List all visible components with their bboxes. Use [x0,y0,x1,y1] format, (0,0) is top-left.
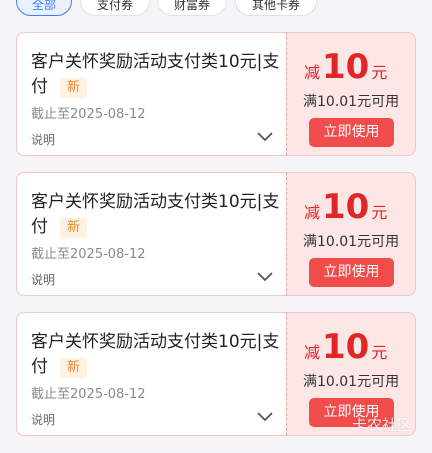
coupon-title-block: 客户关怀奖励活动支付类10元|支付新 [31,190,281,240]
coupon-discount: 减10 元 [304,327,387,367]
discount-amount: 10 [322,327,370,367]
discount-amount: 10 [322,187,370,227]
usage-condition: 满10.01元可用 [303,234,400,250]
new-badge: 新 [60,78,88,98]
usage-condition: 满10.01元可用 [303,94,400,110]
coupon-card: 客户关怀奖励活动支付类10元|支付新 截止至2025-08-12 说明 减10 元… [16,172,416,296]
chevron-down-icon[interactable] [256,411,274,423]
coupon-title-block: 客户关怀奖励活动支付类10元|支付新 [31,50,281,100]
discount-prefix: 减 [304,63,321,82]
tab-wealth-coupons[interactable]: 财富券 [157,0,227,16]
new-badge: 新 [60,218,88,238]
tab-all[interactable]: 全部 [16,0,72,16]
coupon-card: 客户关怀奖励活动支付类10元|支付新 截止至2025-08-12 说明 减10 元… [16,32,416,156]
use-now-button[interactable]: 立即使用 [309,258,394,287]
coupon-description-toggle[interactable]: 说明 [31,131,55,148]
discount-amount: 10 [322,47,370,87]
use-now-button[interactable]: 立即使用 [309,118,394,147]
coupon-discount: 减10 元 [304,47,387,87]
coupon-info-panel: 客户关怀奖励活动支付类10元|支付新 截止至2025-08-12 说明 [16,312,288,436]
coupon-value-panel: 减10 元 满10.01元可用 立即使用 [286,32,416,156]
discount-unit: 元 [371,63,388,82]
discount-prefix: 减 [304,203,321,222]
watermark: 卡农社区 [351,416,412,434]
coupon-info-panel: 客户关怀奖励活动支付类10元|支付新 截止至2025-08-12 说明 [16,172,288,296]
chevron-down-icon[interactable] [256,271,274,283]
discount-unit: 元 [371,203,388,222]
coupon-info-panel: 客户关怀奖励活动支付类10元|支付新 截止至2025-08-12 说明 [16,32,288,156]
coupon-description-toggle[interactable]: 说明 [31,411,55,428]
discount-prefix: 减 [304,343,321,362]
coupon-filter-tabs: 全部 支付券 财富券 其他卡券 [0,0,432,18]
coupon-expiry: 截止至2025-08-12 [31,107,146,122]
coupon-description-toggle[interactable]: 说明 [31,271,55,288]
coupon-expiry: 截止至2025-08-12 [31,387,146,402]
discount-unit: 元 [371,343,388,362]
usage-condition: 满10.01元可用 [303,374,400,390]
new-badge: 新 [60,358,88,378]
tab-other-coupons[interactable]: 其他卡券 [235,0,317,16]
coupon-value-panel: 减10 元 满10.01元可用 立即使用 [286,172,416,296]
coupon-title-block: 客户关怀奖励活动支付类10元|支付新 [31,330,281,380]
coupon-discount: 减10 元 [304,187,387,227]
tab-payment-coupons[interactable]: 支付券 [80,0,150,16]
coupon-expiry: 截止至2025-08-12 [31,247,146,262]
chevron-down-icon[interactable] [256,131,274,143]
